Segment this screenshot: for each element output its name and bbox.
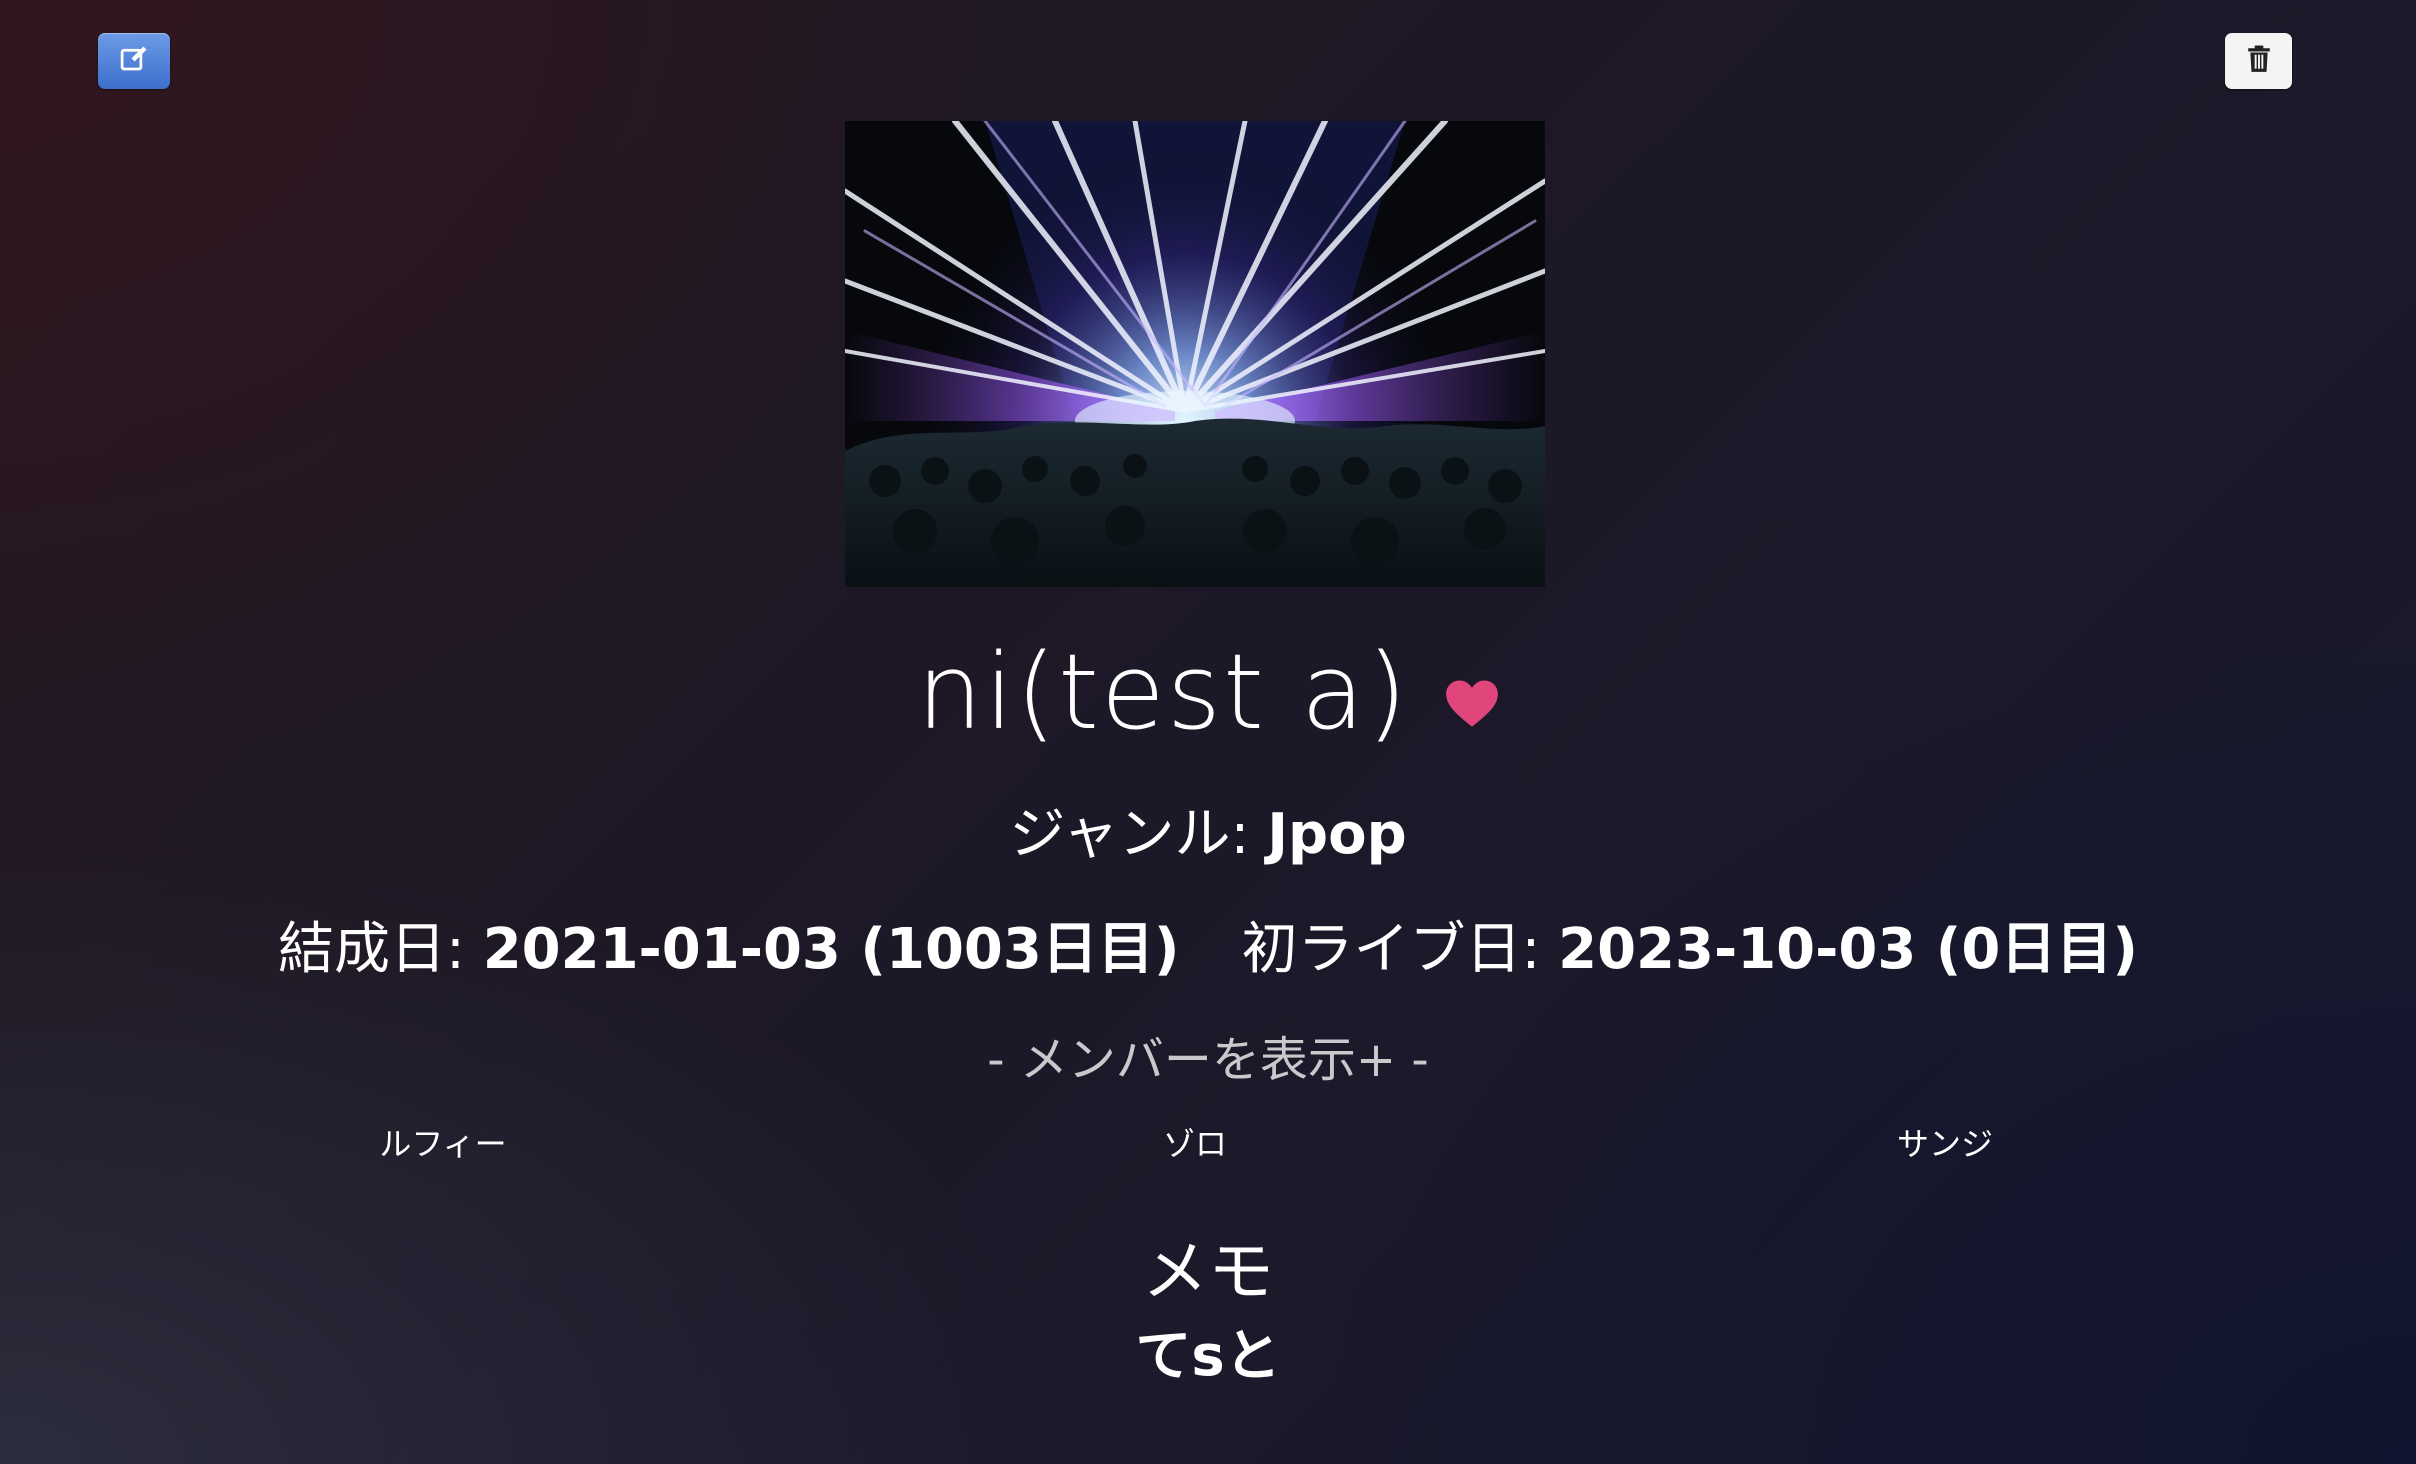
delete-button[interactable] xyxy=(2225,33,2292,89)
band-title-row: ni(test a) xyxy=(0,622,2416,762)
genre-label: ジャンル: xyxy=(1009,802,1268,867)
trash-icon xyxy=(2246,45,2272,77)
members-list: ルフィー ゾロ サンジ xyxy=(0,1122,2416,1166)
formed-date-label: 結成日: xyxy=(278,917,483,982)
member-name: ルフィー xyxy=(379,1125,507,1163)
genre-value: Jpop xyxy=(1267,802,1407,867)
edit-button[interactable] xyxy=(98,33,170,89)
memo-heading: メモ xyxy=(1142,1233,1274,1310)
edit-icon xyxy=(119,44,149,78)
member-name: ゾロ xyxy=(1162,1125,1227,1163)
first-live-date-value: 2023-10-03 (0日目) xyxy=(1558,917,2138,982)
dates-line: 結成日: 2021-01-03 (1003日目) 初ライブ日: 2023-10-0… xyxy=(0,915,2416,985)
first-live-date-label: 初ライブ日: xyxy=(1241,917,1559,982)
band-name: ni(test a) xyxy=(916,631,1410,753)
genre-line: ジャンル: Jpop xyxy=(0,800,2416,870)
member-name: サンジ xyxy=(1896,1125,1993,1163)
heart-icon[interactable] xyxy=(1445,679,1499,727)
show-members-toggle[interactable]: - メンバーを表示+ - xyxy=(987,1028,1428,1092)
members-toggle-row: - メンバーを表示+ - xyxy=(0,1028,2416,1092)
memo-text: てsと xyxy=(1135,1324,1281,1389)
band-cover-image xyxy=(845,121,1545,587)
formed-date-value: 2021-01-03 (1003日目) xyxy=(482,917,1180,982)
